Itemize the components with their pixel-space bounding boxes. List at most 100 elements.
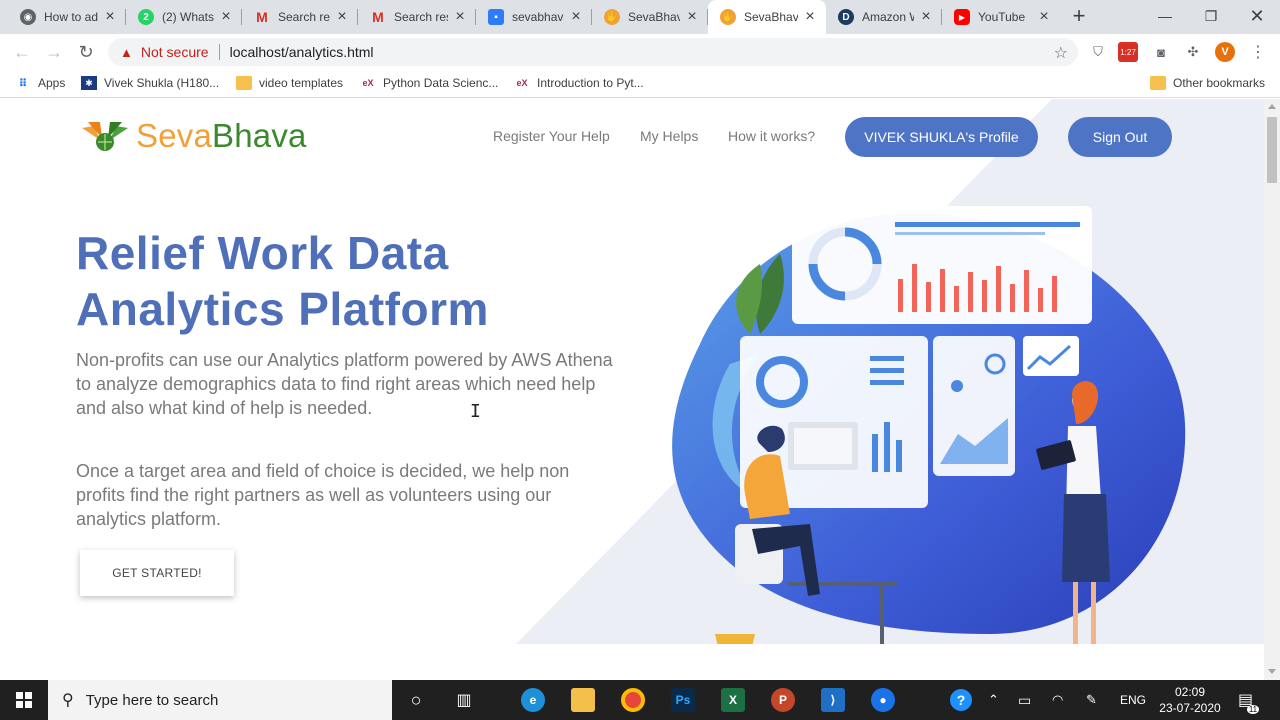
windows-start-button[interactable] <box>0 680 48 720</box>
sign-out-button[interactable]: Sign Out <box>1068 117 1172 157</box>
minimize-icon[interactable]: — <box>1142 0 1188 32</box>
logo-bhava: Bhava <box>212 117 307 154</box>
profile-button[interactable]: VIVEK SHUKLA's Profile <box>845 117 1038 157</box>
reload-icon[interactable]: ↻ <box>73 39 99 65</box>
close-icon[interactable]: × <box>218 9 234 25</box>
browser-tab[interactable]: M Search results × <box>242 0 358 34</box>
nav-register-your-help[interactable]: Register Your Help <box>493 128 610 144</box>
sevabhava-icon: ✋ <box>720 9 736 25</box>
vscode-icon[interactable]: ⟩ <box>821 688 845 712</box>
browser-tab[interactable]: M Search results × <box>358 0 476 34</box>
browser-toolbar: ← → ↻ ▲ Not secure localhost/analytics.h… <box>0 34 1280 70</box>
task-view-icon[interactable]: ▥ <box>452 688 476 712</box>
hero-paragraph-2: Once a target area and field of choice i… <box>76 461 570 529</box>
notification-icon[interactable]: ▤ 11 <box>1238 680 1260 720</box>
maps-icon[interactable]: ● <box>871 688 895 712</box>
profile-avatar[interactable]: V <box>1215 42 1235 62</box>
bookmark-python[interactable]: eX Python Data Scienc... <box>360 76 498 90</box>
puzzle-icon[interactable]: ✣ <box>1183 42 1203 62</box>
taskbar-search[interactable]: ⚲ Type here to search <box>48 680 392 720</box>
browser-tab-active[interactable]: ✋ SevaBhava × <box>708 0 826 34</box>
pen-icon[interactable]: ✎ <box>1086 680 1097 720</box>
bookmark-apps[interactable]: ⠿ Apps <box>15 76 66 90</box>
sevabhava-logo[interactable]: SevaBhava <box>80 117 307 155</box>
browser-tab[interactable]: 2 (2) WhatsApp × <box>126 0 242 34</box>
other-bookmarks[interactable]: Other bookmarks <box>1150 76 1265 90</box>
folder-icon <box>236 76 252 90</box>
tab-strip: ◉ How to add × 2 (2) WhatsApp × M Search… <box>0 0 1280 34</box>
menu-dots-icon[interactable]: ⋮ <box>1248 42 1268 62</box>
bookmark-video-templates[interactable]: video templates <box>236 76 343 90</box>
close-icon[interactable]: × <box>1036 9 1052 25</box>
bookmark-vivek[interactable]: ✱ Vivek Shukla (H180... <box>81 76 219 90</box>
edx-icon: eX <box>516 78 528 88</box>
powerpoint-icon[interactable]: P <box>771 688 795 712</box>
apps-grid-icon: ⠿ <box>18 77 28 90</box>
close-icon[interactable]: × <box>802 9 818 25</box>
browser-tab[interactable]: ◉ How to add × <box>8 0 126 34</box>
shield-icon[interactable]: ⛉ <box>1088 42 1108 62</box>
extension-badge[interactable]: 1:27 <box>1118 42 1138 62</box>
windows-logo-icon <box>16 692 32 708</box>
youtube-icon: ▶ <box>954 9 970 25</box>
folder-icon <box>1150 76 1166 90</box>
hero-title: Relief Work Data Analytics Platform <box>76 227 489 335</box>
url-text[interactable]: localhost/analytics.html <box>230 44 374 60</box>
whatsapp-icon: 2 <box>138 9 154 25</box>
d-icon: D <box>838 9 854 25</box>
excel-icon[interactable]: X <box>721 688 745 712</box>
hands-globe-icon <box>82 122 128 151</box>
sevabhava-icon: ✋ <box>604 9 620 25</box>
edx-icon: eX <box>362 78 374 88</box>
warning-icon: ▲ <box>120 44 133 60</box>
close-icon[interactable]: × <box>568 9 584 25</box>
close-window-icon[interactable]: ✕ <box>1234 0 1280 32</box>
bookmark-intro-python[interactable]: eX Introduction to Pyt... <box>514 76 643 90</box>
gmail-icon: M <box>256 9 268 25</box>
security-label[interactable]: Not secure <box>141 44 209 60</box>
forward-arrow-icon[interactable]: → <box>41 39 67 65</box>
hero-paragraph-1: Non-profits can use our Analytics platfo… <box>76 350 613 418</box>
back-arrow-icon[interactable]: ← <box>9 39 35 65</box>
nav-my-helps[interactable]: My Helps <box>640 128 698 144</box>
language-indicator[interactable]: ENG <box>1120 680 1146 720</box>
browser-tab[interactable]: ▪ sevabhava × <box>476 0 592 34</box>
close-icon[interactable]: × <box>334 9 350 25</box>
text-cursor-icon: I <box>470 401 481 422</box>
bootstrap-icon: ▪ <box>488 9 504 25</box>
analytics-illustration <box>672 206 1186 644</box>
system-clock[interactable]: 02:09 23-07-2020 <box>1150 684 1230 716</box>
browser-tab[interactable]: D Amazon Web × <box>826 0 942 34</box>
file-explorer-icon[interactable] <box>571 688 595 712</box>
page-scrollbar[interactable] <box>1264 99 1280 680</box>
browser-tab[interactable]: ▶ YouTube × <box>942 0 1060 34</box>
web-page: SevaBhava Register Your Help My Helps Ho… <box>0 99 1264 680</box>
get-started-button[interactable]: GET STARTED! <box>80 550 234 596</box>
edge-icon[interactable]: e <box>521 688 545 712</box>
gmail-icon: M <box>372 9 384 25</box>
close-icon[interactable]: × <box>918 9 934 25</box>
windows-taskbar: ⚲ Type here to search ○ ▥ e Ps X P ⟩ ● ?… <box>0 680 1280 720</box>
battery-icon[interactable]: ▭ <box>1018 680 1031 720</box>
photoshop-icon[interactable]: Ps <box>671 688 695 712</box>
new-tab-button[interactable]: + <box>1068 5 1090 27</box>
bookmark-star-icon[interactable]: ☆ <box>1054 43 1068 63</box>
restore-icon[interactable]: ❐ <box>1188 0 1234 32</box>
close-icon[interactable]: × <box>684 9 700 25</box>
scroll-thumb[interactable] <box>1267 117 1277 183</box>
close-icon[interactable]: × <box>452 9 468 25</box>
chrome-icon[interactable] <box>621 688 645 712</box>
nav-how-it-works[interactable]: How it works? <box>728 128 815 144</box>
camera-icon[interactable]: ◙ <box>1151 42 1171 62</box>
search-icon: ⚲ <box>62 692 74 709</box>
wifi-icon[interactable]: ◠ <box>1052 680 1063 720</box>
bookmarks-bar: ⠿ Apps ✱ Vivek Shukla (H180... video tem… <box>0 70 1280 98</box>
chevron-up-icon[interactable]: ⌃ <box>988 680 999 720</box>
browser-tab[interactable]: ✋ SevaBhava × <box>592 0 708 34</box>
address-bar[interactable]: ▲ Not secure localhost/analytics.html ☆ <box>108 38 1078 66</box>
help-icon[interactable]: ? <box>950 680 972 720</box>
vivek-star-icon: ✱ <box>81 76 97 90</box>
close-icon[interactable]: × <box>102 9 118 25</box>
logo-seva: Seva <box>136 117 213 154</box>
cortana-icon[interactable]: ○ <box>404 688 428 712</box>
